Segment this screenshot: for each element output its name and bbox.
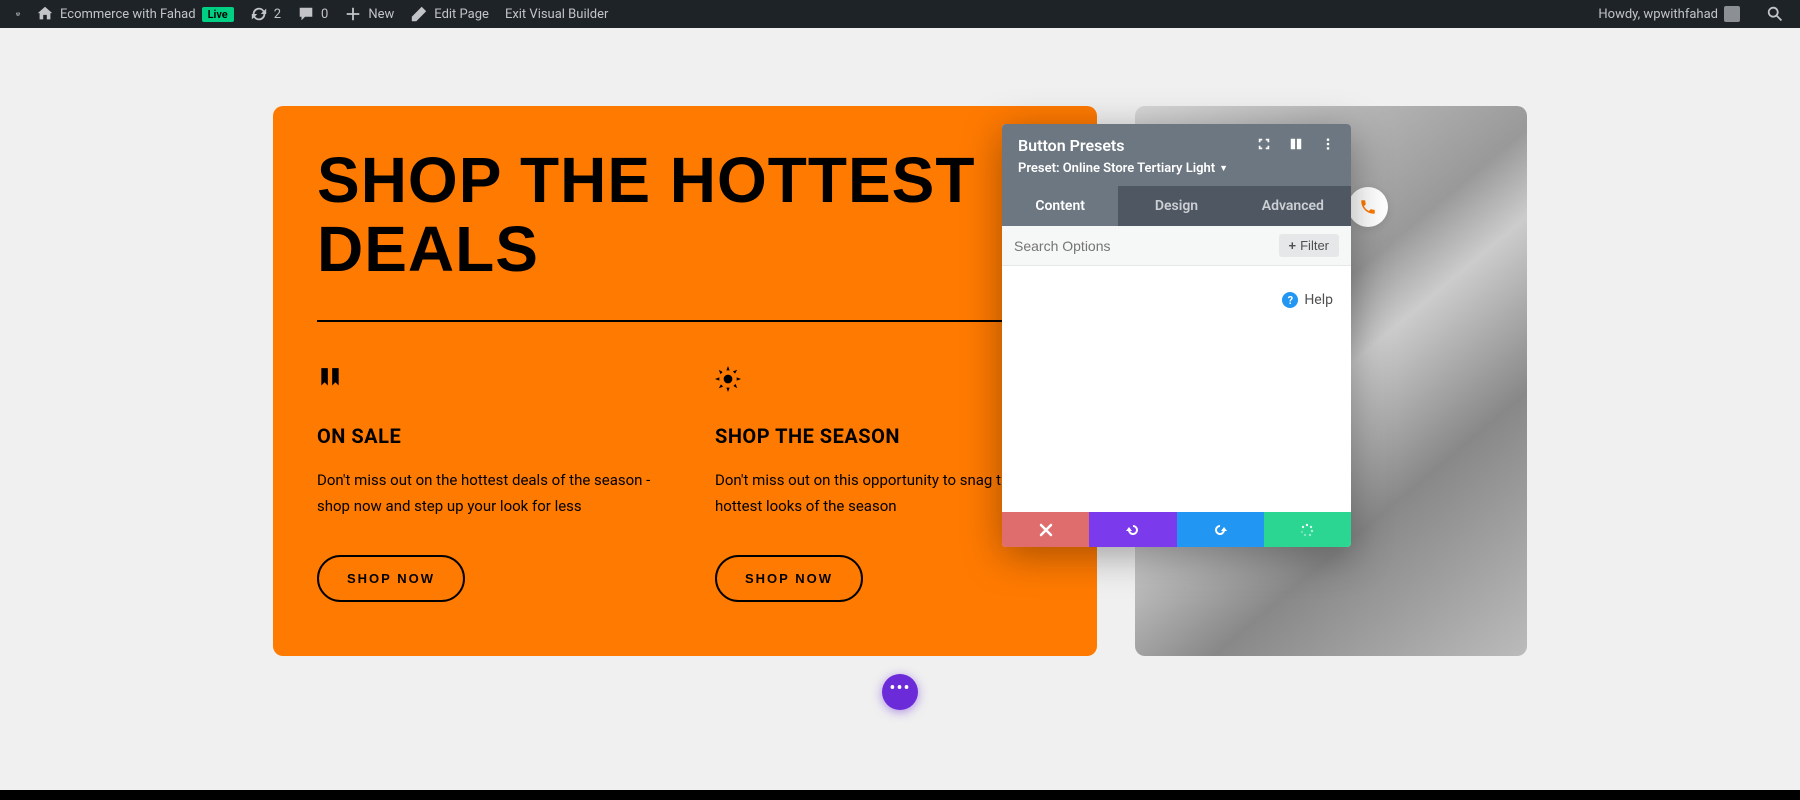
updates-link[interactable]: 2 (242, 0, 289, 28)
wp-admin-bar: Ecommerce with Fahad Live 2 0 New Edit P… (0, 0, 1800, 28)
comments-link[interactable]: 0 (289, 0, 336, 28)
filter-button[interactable]: + Filter (1279, 234, 1339, 257)
preset-selector[interactable]: Preset: Online Store Tertiary Light ▼ (1018, 161, 1335, 176)
update-icon (250, 5, 268, 23)
site-name-link[interactable]: Ecommerce with Fahad Live (28, 0, 242, 28)
new-label: New (368, 7, 394, 22)
panel-footer (1002, 512, 1351, 547)
pencil-icon (410, 5, 428, 23)
button-presets-panel: Button Presets Preset: Online Store Tert… (1002, 124, 1351, 547)
redo-icon (1212, 522, 1228, 538)
live-badge: Live (202, 7, 234, 22)
search-toggle[interactable] (1758, 0, 1792, 28)
new-link[interactable]: New (336, 0, 402, 28)
filter-label: Filter (1300, 238, 1329, 253)
edit-page-link[interactable]: Edit Page (402, 0, 497, 28)
avatar (1724, 6, 1740, 22)
shop-now-button[interactable]: SHOP NOW (317, 555, 465, 602)
panel-search-bar: + Filter (1002, 226, 1351, 266)
plus-icon (344, 5, 362, 23)
tab-advanced[interactable]: Advanced (1235, 186, 1351, 226)
divider (317, 320, 1053, 322)
panel-title: Button Presets (1018, 136, 1125, 155)
columns-icon (1289, 137, 1303, 151)
search-icon (1766, 5, 1784, 23)
home-icon (36, 5, 54, 23)
more-icon (1321, 137, 1335, 151)
builder-fab[interactable]: ••• (882, 674, 918, 710)
bookmark-icon (317, 366, 655, 398)
panel-tabs: Content Design Advanced (1002, 186, 1351, 226)
page-canvas: SHOP THE HOTTEST DEALS ON SALE Don't mis… (0, 28, 1800, 800)
expand-icon (1257, 137, 1271, 151)
shop-now-button[interactable]: SHOP NOW (715, 555, 863, 602)
tab-design[interactable]: Design (1118, 186, 1234, 226)
help-link[interactable]: ? Help (1282, 292, 1333, 308)
tab-content[interactable]: Content (1002, 186, 1118, 226)
undo-button[interactable] (1089, 512, 1176, 547)
edit-page-label: Edit Page (434, 7, 489, 22)
phone-badge[interactable] (1348, 187, 1388, 227)
user-menu[interactable]: Howdy, wpwithfahad (1590, 0, 1748, 28)
panel-body: ? Help (1002, 266, 1351, 512)
site-name: Ecommerce with Fahad (60, 7, 196, 22)
save-button[interactable] (1264, 512, 1351, 547)
comment-icon (297, 5, 315, 23)
bottom-bar (0, 790, 1800, 800)
phone-icon (1359, 198, 1377, 216)
preset-label: Preset: Online Store Tertiary Light (1018, 161, 1215, 176)
deal-heading: ON SALE (317, 424, 655, 448)
deal-col-sale: ON SALE Don't miss out on the hottest de… (317, 366, 655, 602)
caret-down-icon: ▼ (1219, 163, 1228, 174)
deals-title: SHOP THE HOTTEST DEALS (317, 146, 1053, 284)
plus-icon: + (1289, 238, 1297, 253)
deals-block: SHOP THE HOTTEST DEALS ON SALE Don't mis… (273, 106, 1097, 656)
help-icon: ? (1282, 292, 1298, 308)
snap-button[interactable] (1289, 136, 1303, 155)
undo-icon (1125, 522, 1141, 538)
updates-count: 2 (274, 7, 281, 22)
redo-button[interactable] (1177, 512, 1264, 547)
wp-logo[interactable] (8, 4, 28, 24)
comments-count: 0 (321, 7, 328, 22)
howdy-text: Howdy, wpwithfahad (1598, 7, 1718, 22)
deal-text: Don't miss out on the hottest deals of t… (317, 468, 655, 519)
cancel-button[interactable] (1002, 512, 1089, 547)
help-label: Help (1304, 292, 1333, 308)
expand-button[interactable] (1257, 136, 1271, 155)
close-icon (1038, 522, 1054, 538)
search-input[interactable] (1014, 238, 1269, 254)
more-button[interactable] (1321, 136, 1335, 155)
panel-header[interactable]: Button Presets Preset: Online Store Tert… (1002, 124, 1351, 186)
wordpress-icon (16, 5, 20, 23)
loading-icon (1299, 522, 1315, 538)
exit-builder-link[interactable]: Exit Visual Builder (497, 0, 616, 28)
exit-builder-label: Exit Visual Builder (505, 7, 608, 22)
